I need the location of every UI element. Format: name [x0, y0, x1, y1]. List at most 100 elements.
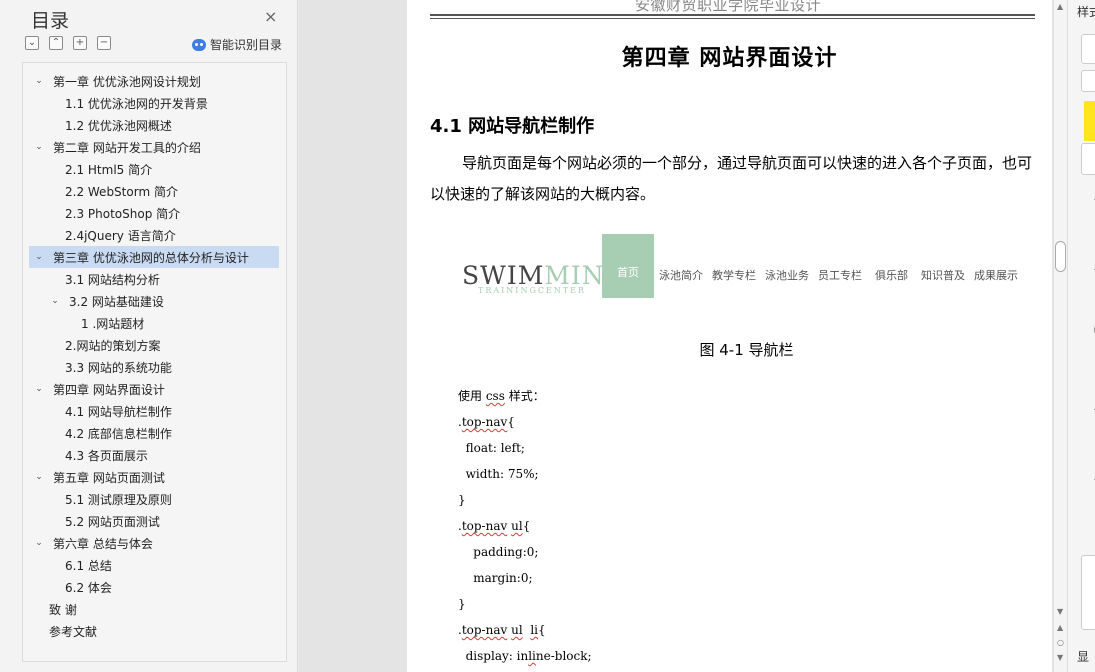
toc-item[interactable]: 6.1 总结 [23, 554, 286, 576]
toc-item-selected[interactable]: ⌄ 第三章 优优泳池网的总体分析与设计 [29, 246, 279, 268]
highlight-swatch[interactable] [1084, 101, 1095, 141]
page-header-text: 安徽财贸职业学院毕业设计 [635, 0, 822, 14]
toc-item[interactable]: 2.1 Html5 简介 [23, 158, 286, 180]
toc-item-label: 2.2 WebStorm 简介 [65, 184, 178, 199]
smart-toc-label: 智能识别目录 [210, 38, 283, 52]
document-area: 安徽财贸职业学院毕业设计 第四章 网站界面设计 4.1 网站导航栏制作 导航页面… [299, 0, 1053, 672]
code-intro: 使用 css 样式： [458, 389, 545, 403]
toc-item-label: 致 谢 [49, 602, 77, 617]
chapter-title: 第四章 网站界面设计 [621, 46, 838, 71]
toc-panel: 目录 × ⌄ ⌃ + − 智能识别目录 ⌄ 第一章 优优泳池网设计规划 1.1 优优… [0, 0, 298, 672]
prev-page-icon[interactable]: ▲ [1057, 623, 1063, 632]
toc-item-label: 6.2 体会 [65, 580, 112, 595]
toc-item[interactable]: ⌄ 第二章 网站开发工具的介绍 [23, 136, 286, 158]
nav-menu-item: 员工专栏 [818, 269, 862, 282]
logo-subtitle: TRAININGCENTER [478, 286, 587, 295]
code-line: } [458, 493, 466, 507]
panel-preview-box[interactable] [1081, 555, 1095, 630]
expand-all-icon[interactable]: ⌃ [49, 36, 63, 50]
document-scrollbar[interactable]: ▲ ▼ ▲ ○ ▼ [1053, 0, 1067, 672]
toc-item-label: 4.1 网站导航栏制作 [65, 404, 172, 419]
toc-item-label: 参考文献 [49, 624, 98, 639]
toc-item-label: 1 .网站题材 [81, 316, 145, 331]
toc-item-label: 第六章 总结与体会 [53, 536, 153, 551]
nav-menu: 泳池简介 教学专栏 泳池业务 员工专栏 俱乐部 知识普及 成果展示 [659, 267, 1018, 283]
code-line: .top-nav ul li{ [458, 623, 546, 637]
code-line: padding:0; [458, 545, 539, 559]
scroll-down-icon[interactable]: ▼ [1057, 607, 1063, 616]
styles-panel: 样式 · · ( · · 显 [1067, 0, 1095, 672]
toc-title: 目录 [31, 10, 70, 32]
chevron-down-icon[interactable]: ⌄ [33, 142, 45, 152]
toc-item[interactable]: ⌄ 第五章 网站页面测试 [23, 466, 286, 488]
scroll-up-icon[interactable]: ▲ [1057, 2, 1063, 11]
add-heading-icon[interactable]: + [73, 36, 87, 50]
toc-item-label: 3.3 网站的系统功能 [65, 360, 172, 375]
header-rule [430, 14, 1035, 16]
toc-item[interactable]: 2.4jQuery 语言简介 [23, 224, 286, 246]
toc-item[interactable]: 4.1 网站导航栏制作 [23, 400, 286, 422]
navbar-figure: SWIMMING TRAININGCENTER 首页 泳池简介 教学专栏 泳池业… [462, 234, 1032, 298]
scrollbar-thumb[interactable] [1055, 241, 1066, 272]
toc-item[interactable]: 1.2 优优泳池网概述 [23, 114, 286, 136]
toc-item-label: 5.1 测试原理及原则 [65, 492, 172, 507]
toc-item[interactable]: 1 .网站题材 [23, 312, 286, 334]
toc-item[interactable]: 1.1 优优泳池网的开发背景 [23, 92, 286, 114]
toc-item[interactable]: 5.2 网站页面测试 [23, 510, 286, 532]
header-rule-thin [430, 18, 1035, 19]
chevron-down-icon[interactable]: ⌄ [33, 384, 45, 394]
toc-item[interactable]: 致 谢 [23, 598, 286, 620]
toc-item[interactable]: 6.2 体会 [23, 576, 286, 598]
toc-item[interactable]: 3.1 网站结构分析 [23, 268, 286, 290]
toc-item[interactable]: 4.2 底部信息栏制作 [23, 422, 286, 444]
code-line: width: 75%; [458, 467, 539, 481]
toc-item-label: 第一章 优优泳池网设计规划 [53, 74, 201, 89]
toc-item[interactable]: 3.3 网站的系统功能 [23, 356, 286, 378]
nav-menu-item: 泳池简介 [659, 269, 703, 282]
toc-toolbar: ⌄ ⌃ + − [25, 36, 111, 52]
nav-menu-item: 教学专栏 [712, 269, 756, 282]
browse-object-icon[interactable]: ○ [1057, 638, 1064, 647]
code-block: 使用 css 样式： .top-nav{ float: left; width:… [458, 383, 592, 663]
nav-menu-item: 俱乐部 [875, 269, 908, 282]
chevron-down-icon[interactable]: ⌄ [33, 538, 45, 548]
toc-item[interactable]: 2.3 PhotoShop 简介 [23, 202, 286, 224]
remove-heading-icon[interactable]: − [97, 36, 111, 50]
toc-item[interactable]: 2.2 WebStorm 简介 [23, 180, 286, 202]
toc-item[interactable]: 2.网站的策划方案 [23, 334, 286, 356]
toc-item[interactable]: 4.3 各页面展示 [23, 444, 286, 466]
toc-item[interactable]: 5.1 测试原理及原则 [23, 488, 286, 510]
collapse-all-icon[interactable]: ⌄ [25, 36, 39, 50]
toc-tree[interactable]: ⌄ 第一章 优优泳池网设计规划 1.1 优优泳池网的开发背景 1.2 优优泳池网概述 ⌄… [22, 62, 287, 662]
toc-item-label: 第五章 网站页面测试 [53, 470, 165, 485]
style-preview[interactable] [1081, 34, 1095, 64]
close-icon[interactable]: × [264, 7, 277, 26]
toc-item[interactable]: 参考文献 [23, 620, 286, 642]
chevron-down-icon[interactable]: ⌄ [49, 296, 61, 306]
toc-item[interactable]: ⌄ 3.2 网站基础建设 [23, 290, 286, 312]
chevron-down-icon[interactable]: ⌄ [33, 252, 45, 262]
toc-item-label: 3.1 网站结构分析 [65, 272, 160, 287]
toc-item-label: 2.3 PhotoShop 简介 [65, 206, 181, 221]
chevron-down-icon[interactable]: ⌄ [33, 76, 45, 86]
toc-item-label: 2.网站的策划方案 [65, 338, 161, 353]
toc-item-label: 4.2 底部信息栏制作 [65, 426, 172, 441]
code-line: float: left; [458, 441, 525, 455]
toc-item[interactable]: ⌄ 第六章 总结与体会 [23, 532, 286, 554]
style-selector[interactable] [1081, 70, 1095, 92]
code-line: display: inline-block; [458, 649, 592, 663]
figure-caption: 图 4-1 导航栏 [699, 341, 794, 359]
document-page[interactable]: 安徽财贸职业学院毕业设计 第四章 网站界面设计 4.1 网站导航栏制作 导航页面… [407, 0, 1052, 672]
panel-bottom-label: 显 [1077, 650, 1090, 664]
toc-item-label: 5.2 网站页面测试 [65, 514, 160, 529]
code-line: .top-nav ul{ [458, 519, 531, 533]
next-page-icon[interactable]: ▼ [1057, 653, 1063, 662]
chevron-down-icon[interactable]: ⌄ [33, 472, 45, 482]
smart-toc-button[interactable]: 智能识别目录 [192, 36, 282, 53]
toc-item[interactable]: ⌄ 第一章 优优泳池网设计规划 [23, 70, 286, 92]
code-line: margin:0; [458, 571, 533, 585]
nav-home-tab: 首页 [602, 234, 654, 298]
toc-item[interactable]: ⌄ 第四章 网站界面设计 [23, 378, 286, 400]
style-input[interactable] [1081, 143, 1095, 175]
styles-panel-label: 样式 [1077, 5, 1095, 19]
